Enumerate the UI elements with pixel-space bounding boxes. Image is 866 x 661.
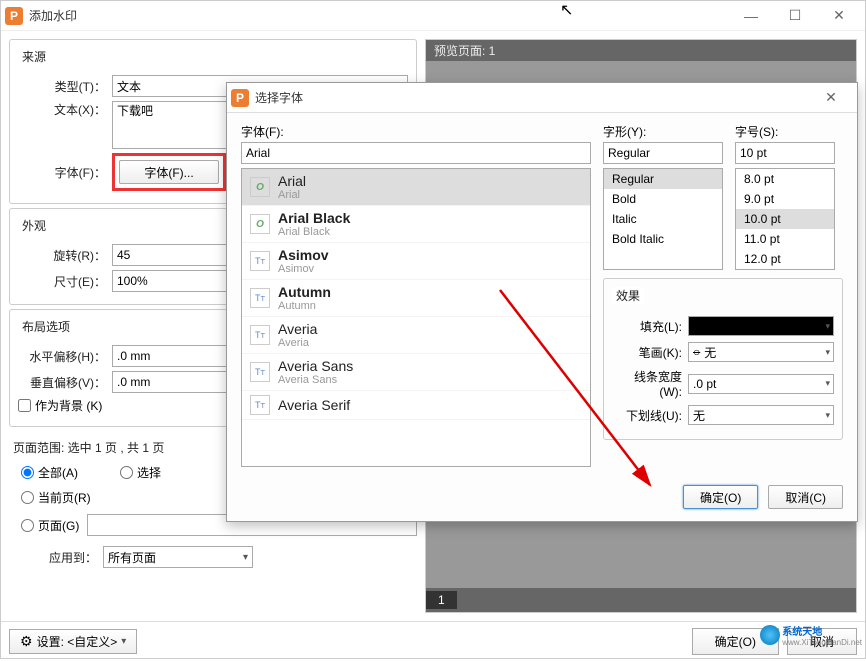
globe-icon <box>760 625 780 645</box>
size-item[interactable]: 8.0 pt <box>736 169 834 189</box>
font-list[interactable]: OArialArialOArial BlackArial BlackTTAsim… <box>241 168 591 467</box>
dialog-ok-button[interactable]: 确定(O) <box>683 485 758 509</box>
stroke-select[interactable]: ○无 <box>688 342 834 362</box>
minimize-button[interactable]: — <box>729 1 773 31</box>
size-item[interactable]: 12.0 pt <box>736 249 834 269</box>
font-item[interactable]: OArialArial <box>242 169 590 206</box>
dialog-title: 选择字体 <box>255 89 809 106</box>
effects-group: 效果 填充(L): 笔画(K): ○无 线条宽度(W): .0 pt 下划线(U… <box>603 278 843 440</box>
gear-icon: ⚙ <box>20 633 33 650</box>
dialog-cancel-button[interactable]: 取消(C) <box>768 485 843 509</box>
size-item[interactable]: 9.0 pt <box>736 189 834 209</box>
style-item[interactable]: Bold Italic <box>604 229 722 249</box>
app-icon: P <box>5 7 23 25</box>
watermark-logo: 系统天地 www.XiTongTianDi.net <box>760 623 862 647</box>
as-background-checkbox[interactable] <box>18 399 31 412</box>
radio-all[interactable] <box>21 466 34 479</box>
underline-select[interactable]: 无 <box>688 405 834 425</box>
bottom-bar: ⚙ 设置: <自定义> ▾ 确定(O) 取消 <box>1 621 865 661</box>
font-button-highlight: 字体(F)... <box>112 153 226 191</box>
font-item[interactable]: TTAutumnAutumn <box>242 280 590 317</box>
preview-header: 预览页面: 1 <box>426 40 856 61</box>
radio-current[interactable] <box>21 491 34 504</box>
font-dialog: P 选择字体 ✕ 字体(F): OArialArialOArial BlackA… <box>226 82 858 522</box>
page-number[interactable]: 1 <box>426 591 457 609</box>
type-label: 类型(T)： <box>18 78 106 95</box>
style-item[interactable]: Italic <box>604 209 722 229</box>
maximize-button[interactable]: ☐ <box>773 1 817 31</box>
font-item[interactable]: TTAveria Serif <box>242 391 590 420</box>
dialog-app-icon: P <box>231 89 249 107</box>
size-item[interactable]: 11.0 pt <box>736 229 834 249</box>
size-list[interactable]: 8.0 pt9.0 pt10.0 pt11.0 pt12.0 pt <box>735 168 835 270</box>
font-item[interactable]: TTAveria SansAveria Sans <box>242 354 590 391</box>
font-item[interactable]: TTAsimovAsimov <box>242 243 590 280</box>
style-item[interactable]: Regular <box>604 169 722 189</box>
font-label: 字体(F)： <box>18 164 106 181</box>
close-button[interactable]: ✕ <box>817 1 861 31</box>
dialog-close-button[interactable]: ✕ <box>809 83 853 113</box>
fill-color[interactable] <box>688 316 834 336</box>
page-indicator: 1 <box>426 588 856 612</box>
text-label: 文本(X)： <box>18 101 106 118</box>
linewidth-input[interactable]: .0 pt <box>688 374 834 394</box>
settings-button[interactable]: ⚙ 设置: <自定义> ▾ <box>9 629 137 654</box>
style-item[interactable]: Bold <box>604 189 722 209</box>
radio-select[interactable] <box>120 466 133 479</box>
font-item[interactable]: TTAveriaAveria <box>242 317 590 354</box>
font-name-input[interactable] <box>241 142 591 164</box>
font-button[interactable]: 字体(F)... <box>119 160 219 184</box>
radio-pages[interactable] <box>21 519 34 532</box>
style-list[interactable]: RegularBoldItalicBold Italic <box>603 168 723 270</box>
size-item[interactable]: 10.0 pt <box>736 209 834 229</box>
main-title: 添加水印 <box>29 7 729 24</box>
size-input[interactable] <box>735 142 835 164</box>
main-titlebar: P 添加水印 — ☐ ✕ <box>1 1 865 31</box>
style-input[interactable] <box>603 142 723 164</box>
apply-combo[interactable]: 所有页面 <box>103 546 253 568</box>
font-item[interactable]: OArial BlackArial Black <box>242 206 590 243</box>
